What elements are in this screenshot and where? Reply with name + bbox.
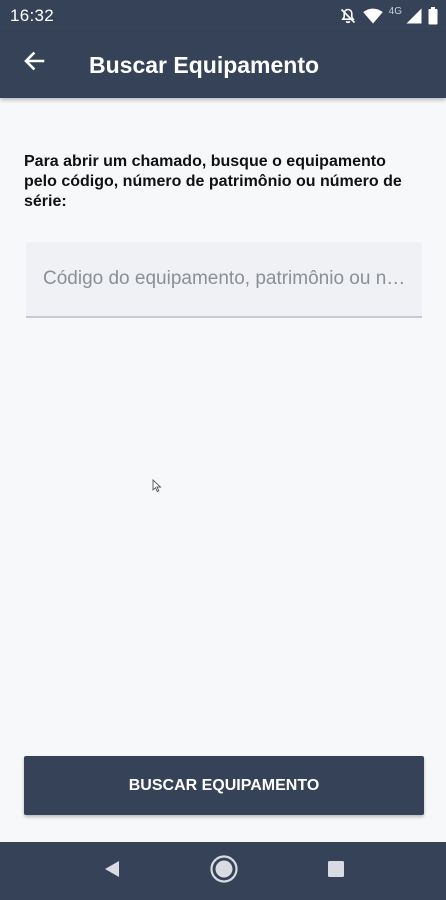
battery-icon	[428, 7, 438, 25]
search-field[interactable]	[26, 242, 422, 318]
search-input[interactable]	[26, 242, 422, 316]
status-icons: 4G	[339, 5, 438, 27]
cellular-signal-icon	[406, 8, 422, 24]
page-title: Buscar Equipamento	[89, 52, 320, 78]
back-button[interactable]	[14, 43, 54, 83]
nav-back-icon	[102, 859, 122, 884]
nav-home-icon	[209, 854, 239, 889]
nav-back-button[interactable]	[92, 842, 132, 900]
app-bar: Buscar Equipamento	[0, 32, 446, 98]
mouse-cursor-icon	[152, 478, 162, 498]
nav-home-button[interactable]	[204, 842, 244, 900]
navigation-bar	[0, 842, 446, 900]
nav-recents-icon	[326, 859, 346, 884]
arrow-left-icon	[23, 50, 45, 77]
network-type-label: 4G	[388, 6, 402, 17]
status-time: 16:32	[10, 6, 55, 25]
wifi-icon	[362, 8, 383, 24]
instruction-text: Para abrir um chamado, busque o equipame…	[24, 153, 402, 210]
notifications-off-icon	[339, 7, 357, 25]
search-equipment-button[interactable]: BUSCAR EQUIPAMENTO	[24, 756, 424, 815]
status-bar: 16:32 4G	[0, 0, 446, 32]
nav-recents-button[interactable]	[316, 842, 356, 900]
